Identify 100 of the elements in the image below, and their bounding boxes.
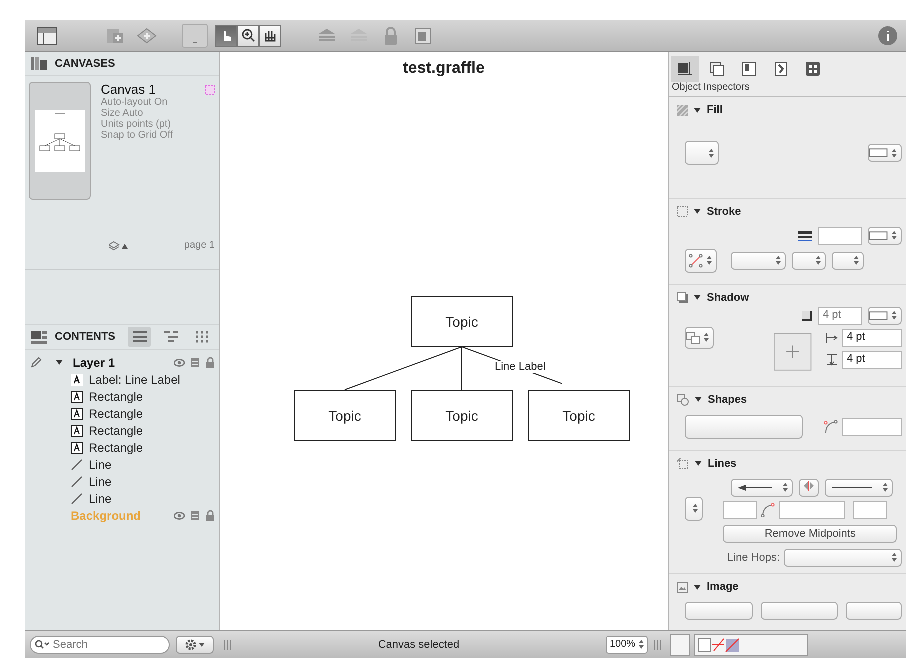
line-curve-field[interactable]: [779, 500, 846, 519]
section-disclosure-triangle[interactable]: [694, 208, 701, 216]
zoom-stepper[interactable]: 100%: [606, 636, 648, 654]
color-well-icon: [869, 148, 888, 158]
section-disclosure-triangle[interactable]: [694, 106, 701, 114]
remove-midpoints-button[interactable]: Remove Midpoints: [723, 524, 898, 543]
section-disclosure-triangle[interactable]: [695, 460, 702, 468]
eye-icon[interactable]: [174, 512, 185, 520]
canvas-thumbnail[interactable]: [29, 82, 91, 200]
shape-picker[interactable]: [685, 414, 803, 439]
bring-forward-icon[interactable]: [317, 28, 337, 44]
list-view-icon: [132, 331, 146, 343]
section-disclosure-triangle[interactable]: [694, 294, 701, 302]
object-name[interactable]: Rectangle: [89, 390, 144, 404]
document-inspector-icon: [773, 61, 789, 77]
shadow-color-popup[interactable]: [868, 306, 902, 325]
stroke-pattern-popup[interactable]: [731, 252, 786, 270]
swap-icon: [803, 481, 815, 492]
fill-color-popup[interactable]: [868, 144, 902, 162]
lock-icon[interactable]: [206, 357, 215, 368]
text-shape-icon: [71, 390, 83, 402]
stepper-arrows-icon: [776, 256, 781, 266]
disclosure-triangle[interactable]: [56, 359, 63, 366]
diagram-preview-drawing: [35, 110, 85, 172]
line-style-popup[interactable]: [685, 496, 704, 521]
section-title[interactable]: Shadow: [707, 292, 750, 304]
object-name[interactable]: Line: [89, 474, 112, 488]
shapes-icon: [677, 394, 689, 406]
zoom-icon: [242, 29, 254, 42]
object-name[interactable]: Line: [89, 492, 112, 506]
stroke-width-field[interactable]: [818, 226, 862, 245]
object-name[interactable]: Rectangle: [89, 406, 144, 420]
line-hops-popup[interactable]: [784, 548, 902, 567]
inspector-tab[interactable]: [671, 56, 699, 82]
gear-icon: [185, 638, 197, 650]
tool-button[interactable]: [259, 24, 281, 46]
caret-icon: [199, 642, 205, 646]
layer-name[interactable]: Layer 1: [73, 356, 168, 370]
offset-pad[interactable]: [774, 330, 812, 373]
sidebar-toggle-icon[interactable]: [37, 26, 57, 44]
swap-ends-button[interactable]: [799, 478, 819, 497]
image-popup[interactable]: [846, 602, 902, 620]
arrowhead-icon: [738, 484, 772, 491]
action-menu-button[interactable]: [176, 636, 214, 654]
stepper-arrows-icon: [892, 311, 897, 320]
image-button[interactable]: [685, 602, 753, 620]
printer-icon[interactable]: [191, 358, 200, 368]
color-swatch[interactable]: [670, 634, 690, 656]
section-title[interactable]: Shapes: [708, 394, 748, 406]
stroke-color-popup[interactable]: [868, 226, 902, 245]
section-disclosure-triangle[interactable]: [695, 396, 702, 404]
eye-icon[interactable]: [174, 358, 185, 366]
shape-radius-field[interactable]: [842, 418, 902, 436]
section-title[interactable]: Lines: [708, 458, 737, 470]
object-name[interactable]: Label: Line Label: [89, 372, 180, 386]
vertical-offset-field[interactable]: 4 pt: [842, 350, 902, 369]
line-type-popup[interactable]: [685, 248, 717, 273]
new-canvas-icon[interactable]: [105, 26, 125, 44]
image-scale-control[interactable]: [760, 602, 838, 620]
stepper-arrows-icon: [783, 483, 788, 492]
tool-button[interactable]: [215, 24, 237, 46]
object-name[interactable]: Rectangle: [89, 424, 144, 438]
arrowhead-popup[interactable]: [731, 478, 793, 497]
canvas-detail: Units points (pt): [101, 119, 172, 130]
resize-grip-icon[interactable]: [654, 640, 662, 650]
fill-type-popup[interactable]: [685, 141, 719, 165]
curve-icon: [761, 502, 776, 517]
tool-button[interactable]: [237, 24, 259, 46]
stepper-arrows-icon: [704, 333, 710, 342]
group-icon[interactable]: [414, 26, 432, 44]
lock-icon[interactable]: [206, 510, 215, 521]
section-disclosure-triangle[interactable]: [694, 584, 701, 591]
diagram-node: Topic: [528, 390, 630, 441]
shadow-icon: [677, 292, 688, 304]
shadow-depth-icon: [802, 310, 812, 321]
section-title[interactable]: Fill: [707, 104, 723, 116]
info-icon[interactable]: [878, 26, 898, 46]
stroke-cap-popup[interactable]: [832, 252, 864, 270]
section-title[interactable]: Image: [707, 581, 739, 594]
shadow-type-popup[interactable]: [685, 326, 714, 349]
line-end-popup[interactable]: [825, 478, 893, 497]
line-extra-field[interactable]: [853, 500, 888, 519]
layers-icon[interactable]: [109, 240, 129, 250]
section-title[interactable]: Stroke: [707, 206, 742, 218]
horizontal-offset-field[interactable]: 4 pt: [842, 328, 902, 347]
stroke-corner-popup[interactable]: [792, 252, 826, 270]
line-width-field[interactable]: [723, 500, 758, 519]
printer-icon[interactable]: [191, 510, 200, 520]
search-field[interactable]: Search: [30, 636, 170, 654]
color-well-icon: [869, 230, 888, 241]
shadow-depth-field[interactable]: 4 pt: [818, 306, 862, 325]
resize-grip-icon[interactable]: [224, 640, 232, 650]
style-swatch[interactable]: [694, 634, 808, 656]
stepper-arrows-icon: [709, 148, 714, 158]
lock-icon[interactable]: [384, 26, 398, 44]
view-mode-button[interactable]: [128, 327, 151, 347]
object-name[interactable]: Rectangle: [89, 440, 144, 454]
object-name[interactable]: Line: [89, 458, 112, 472]
new-layer-icon[interactable]: [137, 28, 157, 44]
canvas-detail: Snap to Grid Off: [101, 130, 174, 141]
